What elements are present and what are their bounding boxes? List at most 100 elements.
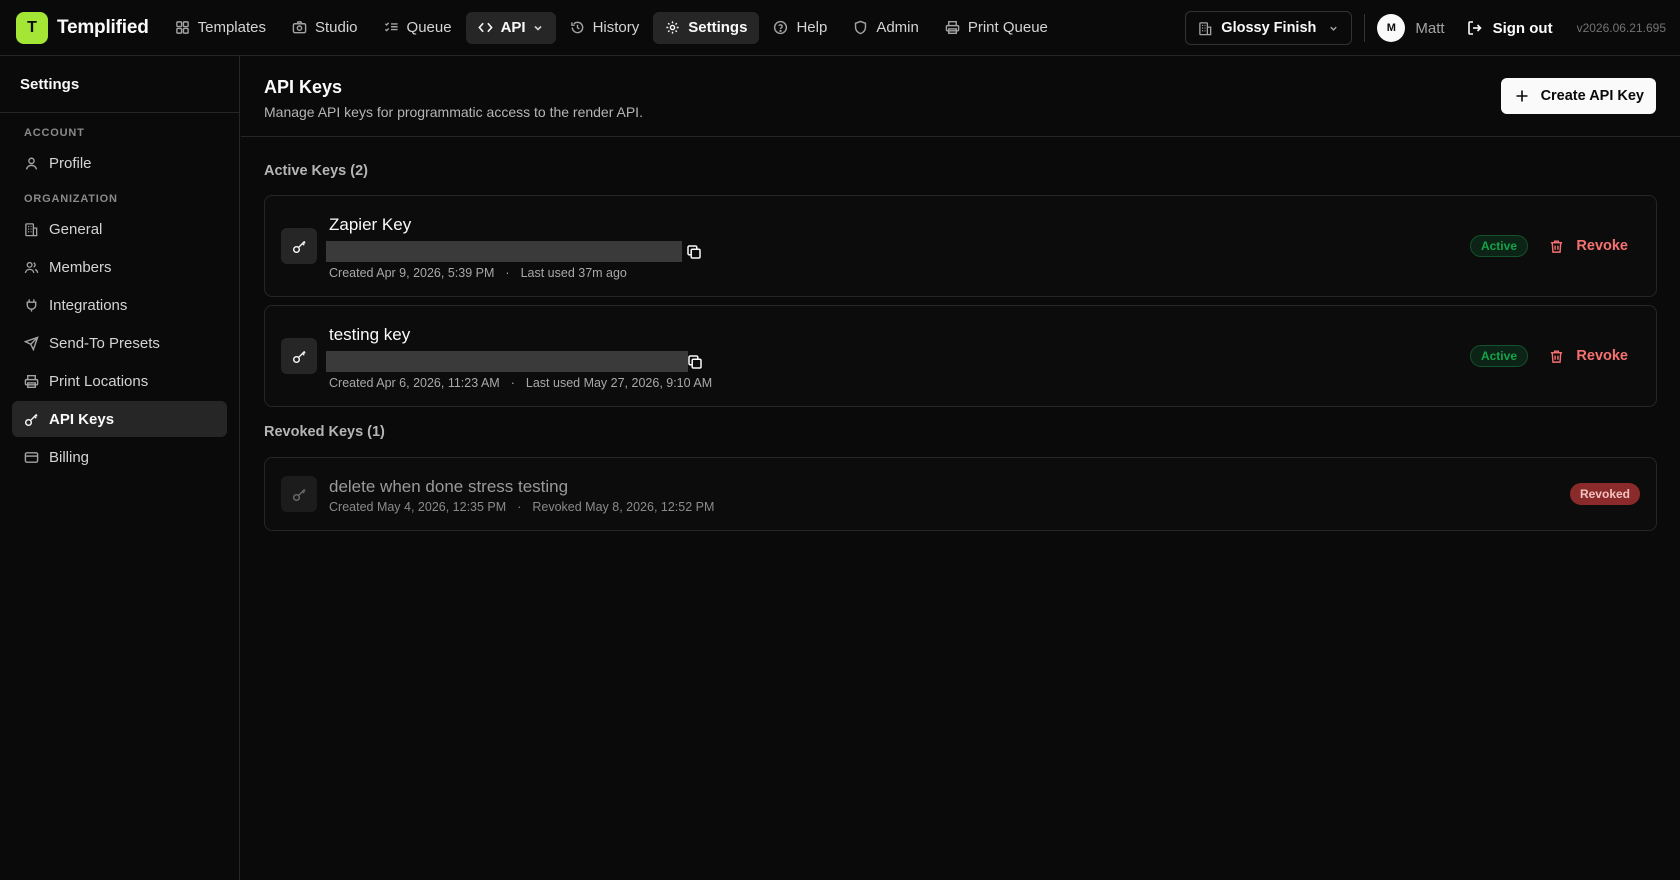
- page-subtitle: Manage API keys for programmatic access …: [264, 104, 643, 120]
- version-label: v2026.06.21.695: [1576, 21, 1666, 35]
- key-icon-tile: [281, 338, 317, 374]
- sidebar-item-members[interactable]: Members: [12, 249, 227, 285]
- help-circle-icon: [774, 20, 788, 35]
- status-badge: Revoked: [1569, 483, 1640, 505]
- meta-separator: ·: [505, 266, 510, 280]
- create-api-key-button[interactable]: Create API Key: [1500, 78, 1656, 114]
- nav-settings[interactable]: Settings: [653, 11, 760, 44]
- sidebar-item-print-locations[interactable]: Print Locations: [12, 363, 227, 399]
- sidebar-item-label: Profile: [49, 154, 92, 172]
- copy-icon[interactable]: [686, 244, 702, 260]
- avatar: M: [1377, 14, 1406, 42]
- nav-api-dropdown[interactable]: API: [465, 11, 556, 44]
- shield-icon: [855, 20, 867, 35]
- sidebar-item-integrations[interactable]: Integrations: [12, 287, 227, 323]
- top-right-controls: Glossy Finish M Matt Sign out v2026.06.2…: [1185, 0, 1680, 56]
- api-key-card: testing key Created Apr 6, 2026, 11:23 A…: [264, 305, 1657, 407]
- nav-templates-label: Templates: [197, 19, 266, 36]
- send-icon: [24, 335, 39, 351]
- chevron-down-icon: [534, 25, 542, 31]
- chevron-down-icon: [1330, 26, 1338, 31]
- nav-queue[interactable]: Queue: [372, 12, 464, 44]
- revoke-button[interactable]: Revoke: [1549, 345, 1628, 367]
- sidebar-item-send-to-presets[interactable]: Send-To Presets: [12, 325, 227, 361]
- key-created: Created Apr 9, 2026, 5:39 PM: [329, 266, 495, 280]
- trash-icon: [1551, 349, 1563, 363]
- revoke-button[interactable]: Revoke: [1549, 235, 1628, 257]
- key-name: Zapier Key: [329, 215, 412, 234]
- sidebar-item-label: Billing: [49, 448, 90, 466]
- sidebar-item-label: Integrations: [49, 296, 128, 314]
- sidebar-item-label: API Keys: [49, 410, 115, 428]
- create-api-key-label: Create API Key: [1540, 88, 1644, 104]
- brand[interactable]: T Templified: [16, 11, 149, 44]
- plus-icon: [1516, 90, 1528, 102]
- revoked-key-card: delete when done stress testing Created …: [264, 457, 1657, 531]
- page-header: API Keys Manage API keys for programmati…: [241, 56, 1680, 137]
- nav-admin-label: Admin: [876, 19, 919, 36]
- sidebar-item-api-keys[interactable]: API Keys: [12, 401, 227, 437]
- status-badge: Active: [1469, 345, 1528, 367]
- key-last-used: Last used 37m ago: [520, 266, 627, 280]
- nav-admin[interactable]: Admin: [841, 12, 931, 44]
- main-nav: Templates Studio Queue API History Setti…: [163, 11, 1060, 44]
- nav-print-queue[interactable]: Print Queue: [933, 12, 1060, 44]
- key-icon: [292, 488, 306, 501]
- brand-logo: T: [16, 11, 48, 44]
- nav-help[interactable]: Help: [761, 12, 839, 44]
- copy-icon[interactable]: [687, 354, 703, 370]
- sidebar-item-label: Print Locations: [49, 372, 149, 390]
- key-meta: Created Apr 6, 2026, 11:23 AM · Last used …: [329, 376, 712, 390]
- key-icon: [24, 413, 38, 426]
- key-meta: Created Apr 9, 2026, 5:39 PM · Last used 3…: [329, 266, 627, 280]
- main-content: API Keys Manage API keys for programmati…: [241, 56, 1680, 880]
- camera-icon: [292, 21, 307, 34]
- key-created: Created Apr 6, 2026, 11:23 AM: [329, 376, 500, 390]
- nav-history[interactable]: History: [558, 12, 652, 44]
- status-badge: Active: [1469, 235, 1528, 257]
- key-icon: [292, 240, 306, 253]
- nav-settings-label: Settings: [688, 19, 748, 36]
- sidebar-item-label: General: [49, 220, 103, 238]
- plug-icon: [26, 298, 37, 312]
- active-keys-heading: Active Keys (2): [264, 163, 368, 179]
- revoked-keys-heading: Revoked Keys (1): [264, 424, 385, 440]
- meta-separator: ·: [510, 376, 515, 390]
- sidebar-section-organization: ORGANIZATION: [24, 193, 118, 205]
- code-icon: [477, 22, 493, 33]
- sidebar-item-label: Send-To Presets: [49, 334, 160, 352]
- trash-icon: [1551, 239, 1563, 253]
- nav-help-label: Help: [796, 19, 828, 36]
- user-name: Matt: [1415, 19, 1445, 37]
- history-icon: [570, 21, 583, 34]
- key-icon-tile: [281, 228, 317, 264]
- nav-api-label: API: [500, 19, 526, 36]
- nav-print-queue-label: Print Queue: [967, 19, 1048, 36]
- meta-separator: ·: [517, 500, 522, 514]
- settings-sidebar: Settings ACCOUNT Profile ORGANIZATION Ge…: [0, 56, 240, 880]
- credit-card-icon: [24, 451, 39, 463]
- nav-studio[interactable]: Studio: [280, 12, 370, 44]
- workspace-name: Glossy Finish: [1221, 20, 1317, 36]
- sidebar-item-profile[interactable]: Profile: [12, 145, 227, 181]
- log-out-icon: [1467, 21, 1482, 35]
- sidebar-section-account: ACCOUNT: [24, 127, 85, 139]
- grid-icon: [175, 21, 189, 34]
- sidebar-item-general[interactable]: General: [12, 211, 227, 247]
- key-name: testing key: [329, 325, 411, 344]
- key-revoked-date: Revoked May 8, 2026, 12:52 PM: [532, 500, 715, 514]
- sidebar-title: Settings: [0, 56, 239, 113]
- user-menu[interactable]: M Matt: [1377, 14, 1445, 42]
- nav-queue-label: Queue: [406, 19, 452, 36]
- sign-out-button[interactable]: Sign out: [1467, 20, 1553, 37]
- workspace-switcher[interactable]: Glossy Finish: [1185, 11, 1353, 45]
- key-created: Created May 4, 2026, 12:35 PM: [329, 500, 507, 514]
- masked-key-value[interactable]: [326, 241, 682, 262]
- key-meta: Created May 4, 2026, 12:35 PM · Revoked Ma…: [329, 500, 714, 514]
- key-last-used: Last used May 27, 2026, 9:10 AM: [525, 376, 713, 390]
- sidebar-item-billing[interactable]: Billing: [12, 439, 227, 475]
- page-title: API Keys: [264, 77, 343, 97]
- divider: [1364, 14, 1366, 42]
- nav-templates[interactable]: Templates: [163, 12, 278, 44]
- masked-key-value[interactable]: [326, 351, 688, 372]
